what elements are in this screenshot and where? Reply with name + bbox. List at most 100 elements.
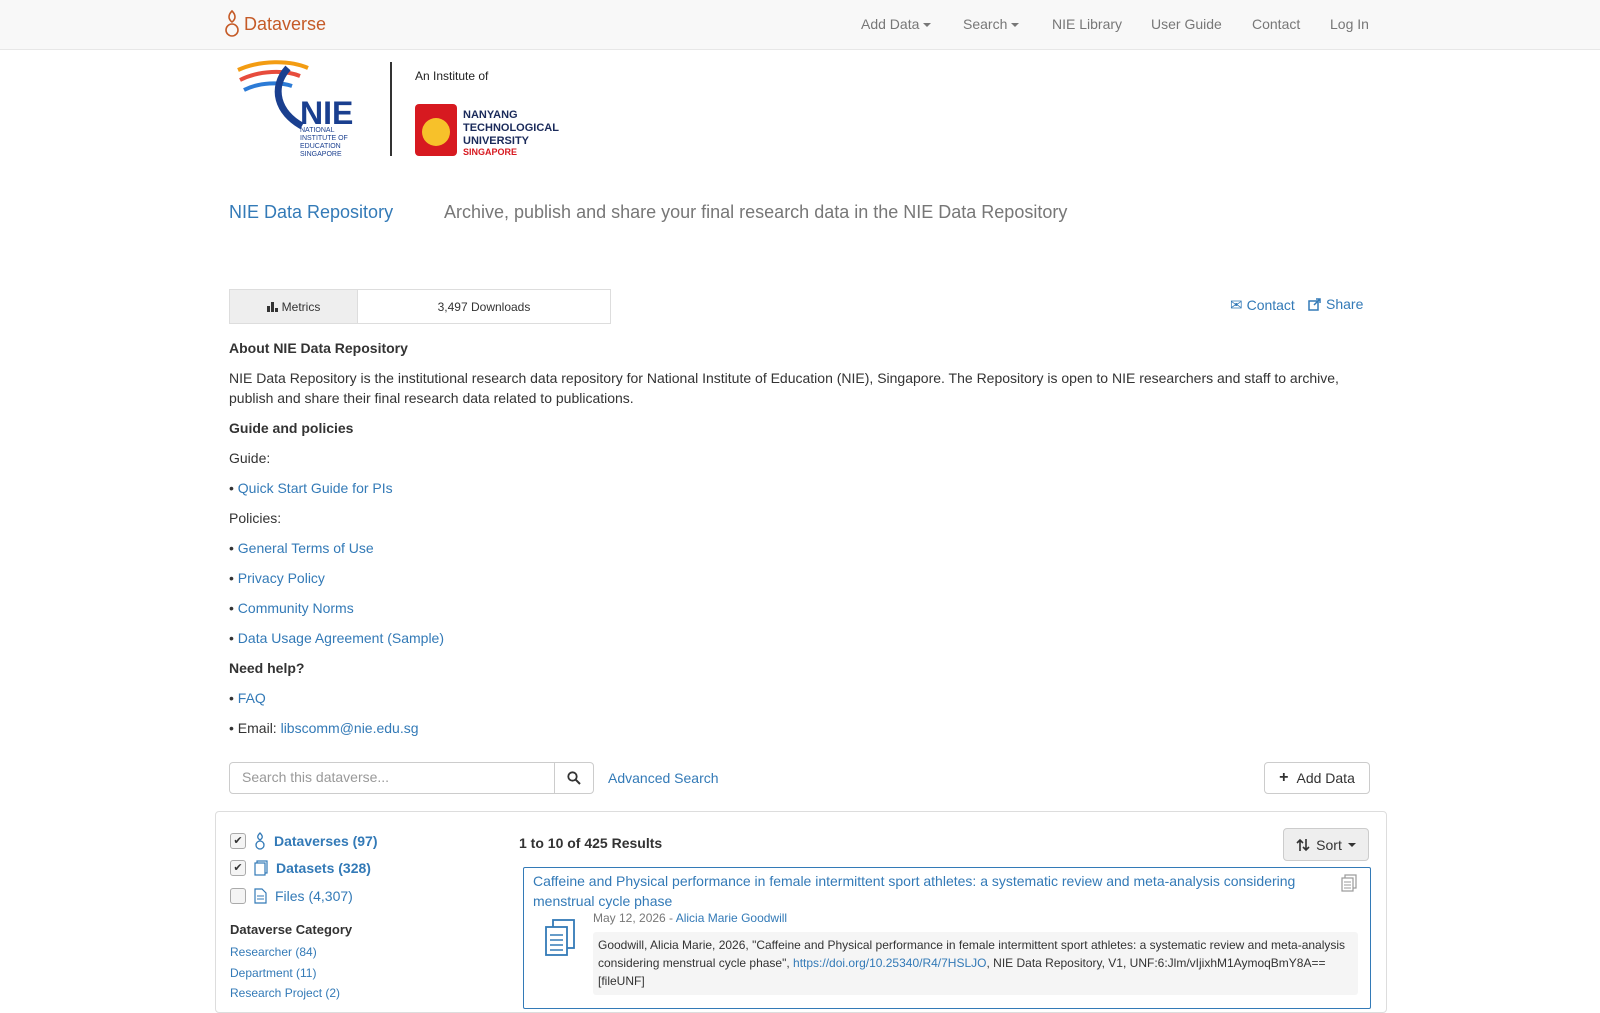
brand-text: Dataverse [244, 13, 327, 34]
result-citation: Goodwill, Alicia Marie, 2026, "Caffeine … [593, 932, 1358, 995]
bullet: • [229, 480, 238, 496]
search-icon [567, 771, 581, 785]
email-row: • Email: libscomm@nie.edu.sg [229, 718, 419, 738]
guide-label: Guide: [229, 450, 271, 466]
svg-text:An Institute of: An Institute of [415, 69, 489, 83]
dataverse-logo-icon [225, 9, 239, 37]
about-heading: About NIE Data Repository [229, 340, 408, 356]
metrics-block: Metrics 3,497 Downloads [229, 289, 611, 324]
category-department[interactable]: Department (11) [230, 966, 316, 980]
nav-log-in[interactable]: Log In [1330, 16, 1369, 32]
datasets-facet-label: Datasets (328) [276, 860, 371, 876]
bullet: • [229, 630, 238, 646]
policy-link-row: • General Terms of Use [229, 538, 374, 558]
chevron-down-icon [1011, 23, 1020, 28]
faq-link[interactable]: FAQ [238, 690, 266, 706]
category-researcher[interactable]: Researcher (84) [230, 945, 317, 959]
nav-user-guide[interactable]: User Guide [1151, 16, 1222, 32]
policies-label: Policies: [229, 510, 282, 526]
nav-contact[interactable]: Contact [1252, 16, 1300, 32]
dataverses-facet-label: Dataverses (97) [274, 833, 378, 849]
svg-text:NATIONAL: NATIONAL [300, 127, 335, 134]
privacy-policy-link[interactable]: Privacy Policy [238, 570, 325, 586]
nav-nie-library[interactable]: NIE Library [1052, 16, 1122, 32]
data-usage-agreement-link[interactable]: Data Usage Agreement (Sample) [238, 630, 444, 646]
bullet: • [229, 690, 238, 706]
bullet: • [229, 540, 238, 556]
chevron-down-icon [1347, 842, 1356, 847]
dataverse-category-title: Dataverse Category [230, 922, 353, 937]
terms-of-use-link[interactable]: General Terms of Use [238, 540, 374, 556]
help-link-row: • FAQ [229, 688, 266, 708]
doi-link[interactable]: https://doi.org/10.25340/R4/7HSLJO [793, 956, 986, 970]
file-icon [254, 888, 267, 904]
datasets-checkbox[interactable]: ✔ [230, 860, 246, 876]
facet-files[interactable]: Files (4,307) [230, 888, 353, 904]
add-data-button[interactable]: + Add Data [1264, 762, 1370, 794]
svg-text:SINGAPORE: SINGAPORE [463, 147, 517, 157]
sort-icon [1296, 838, 1310, 851]
community-norms-link[interactable]: Community Norms [238, 600, 354, 616]
svg-text:INSTITUTE OF: INSTITUTE OF [300, 135, 348, 142]
svg-text:UNIVERSITY: UNIVERSITY [463, 135, 530, 147]
top-navbar: Dataverse Add Data Search NIE Library Us… [0, 0, 1600, 50]
result-meta: May 12, 2026 - Alicia Marie Goodwill [593, 911, 787, 925]
dataset-thumbnail-icon [545, 919, 575, 956]
plus-icon: + [1279, 769, 1289, 786]
nav-add-data[interactable]: Add Data [861, 16, 932, 32]
dataset-icon [254, 860, 268, 876]
advanced-search-link[interactable]: Advanced Search [608, 770, 719, 786]
policy-link-row: • Community Norms [229, 598, 354, 618]
svg-text:NIE: NIE [300, 95, 353, 131]
result-date: May 12, 2026 - [593, 911, 676, 925]
guide-heading: Guide and policies [229, 420, 354, 436]
svg-text:EDUCATION: EDUCATION [300, 143, 341, 150]
result-title-link[interactable]: Caffeine and Physical performance in fem… [533, 871, 1303, 911]
dataverse-icon [255, 832, 265, 850]
facet-dataverses[interactable]: ✔ Dataverses (97) [230, 832, 378, 850]
contact-label: Contact [1246, 297, 1295, 313]
files-facet-label: Files (4,307) [275, 888, 353, 904]
sort-button[interactable]: Sort [1283, 828, 1369, 861]
dataverse-tagline: Archive, publish and share your final re… [444, 202, 1068, 222]
dataset-type-icon [1341, 874, 1357, 892]
share-button[interactable]: Share [1308, 296, 1363, 312]
search-button[interactable] [554, 762, 594, 794]
metrics-label-cell: Metrics [230, 290, 357, 323]
email-link[interactable]: libscomm@nie.edu.sg [281, 720, 419, 736]
svg-text:NANYANG: NANYANG [463, 109, 518, 121]
nav-add-data-label: Add Data [861, 16, 920, 32]
quick-start-guide-link[interactable]: Quick Start Guide for PIs [238, 480, 393, 496]
about-text: NIE Data Repository is the institutional… [229, 370, 1339, 406]
category-research-project[interactable]: Research Project (2) [230, 986, 340, 1000]
bullet: • [229, 600, 238, 616]
files-checkbox[interactable] [230, 888, 246, 904]
metrics-label: Metrics [281, 299, 321, 314]
brand-link[interactable]: Dataverse [224, 9, 326, 39]
dataverse-name[interactable]: NIE Data Repository [229, 202, 393, 223]
nav-search-label: Search [963, 16, 1008, 32]
result-author-link[interactable]: Alicia Marie Goodwill [676, 911, 787, 925]
results-count: 1 to 10 of 425 Results [519, 835, 663, 851]
nie-ntu-logo-icon: NIE NATIONAL INSTITUTE OF EDUCATION SING… [237, 60, 559, 158]
nav-search[interactable]: Search [963, 16, 1020, 32]
share-icon [1308, 297, 1321, 311]
bar-chart-icon [266, 301, 278, 312]
bullet: • [229, 570, 238, 586]
envelope-icon: ✉ [1230, 297, 1243, 314]
policy-link-row: • Data Usage Agreement (Sample) [229, 628, 444, 648]
dataverses-checkbox[interactable]: ✔ [230, 833, 246, 849]
chevron-down-icon [923, 23, 932, 28]
svg-text:SINGAPORE: SINGAPORE [300, 151, 342, 158]
share-label: Share [1326, 296, 1364, 312]
email-label: • Email: [229, 720, 281, 736]
contact-button[interactable]: ✉ Contact [1230, 296, 1295, 314]
add-data-label: Add Data [1296, 770, 1355, 786]
dataverse-header-logo: NIE NATIONAL INSTITUTE OF EDUCATION SING… [230, 58, 570, 158]
policy-link-row: • Privacy Policy [229, 568, 325, 588]
svg-text:TECHNOLOGICAL: TECHNOLOGICAL [463, 122, 559, 134]
search-input[interactable]: Search this dataverse... [229, 762, 555, 794]
downloads-count: 3,497 Downloads [357, 290, 610, 323]
facet-datasets[interactable]: ✔ Datasets (328) [230, 860, 371, 876]
help-heading: Need help? [229, 660, 305, 676]
